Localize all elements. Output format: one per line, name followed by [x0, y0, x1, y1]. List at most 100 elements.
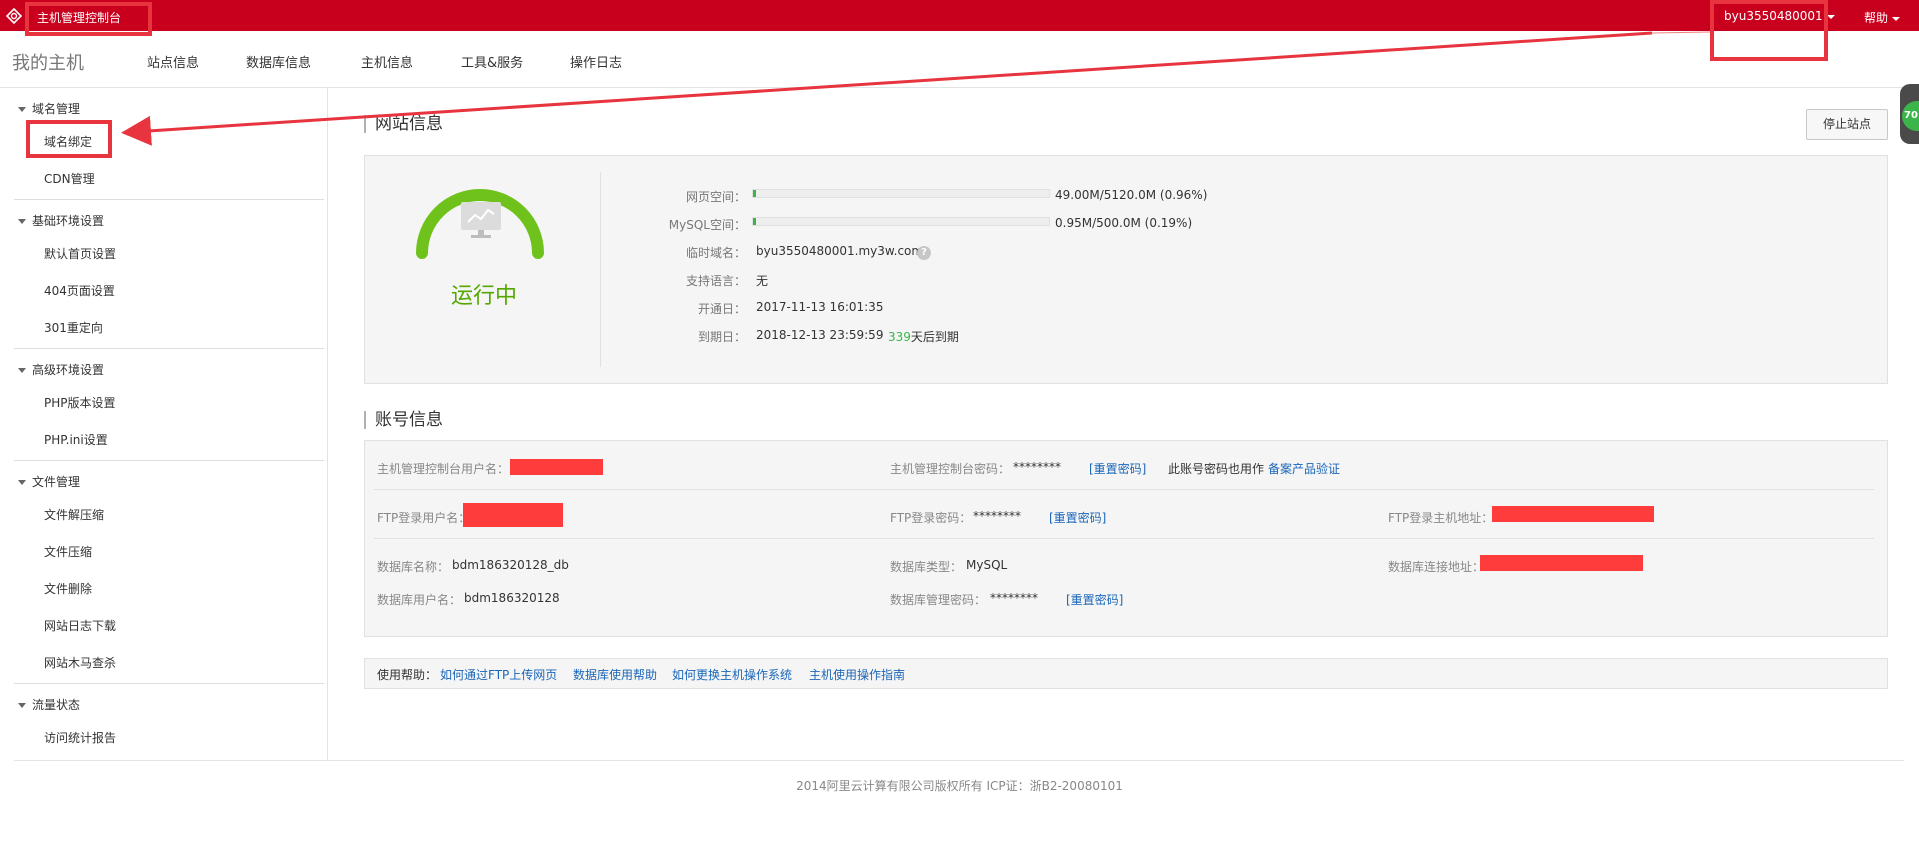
nav-brand[interactable]: 我的主机 — [12, 49, 84, 75]
sidebar-group-label: 域名管理 — [32, 102, 81, 116]
web-space-bar — [752, 189, 1050, 198]
website-info-title: 网站信息 — [364, 115, 443, 133]
sidebar-item-php-ini[interactable]: PHP.ini设置 — [44, 431, 108, 448]
sidebar-item-default-page[interactable]: 默认首页设置 — [44, 245, 116, 262]
account-row-divider — [374, 489, 1874, 490]
ftp-host-label: FTP登录主机地址： — [1388, 511, 1494, 525]
days-left-suffix: 天后到期 — [910, 330, 959, 344]
sidebar-divider — [14, 683, 324, 684]
language-label: 支持语言： — [685, 274, 746, 288]
beian-verify-link[interactable]: 备案产品验证 — [1268, 460, 1340, 477]
help-link-host-guide[interactable]: 主机使用操作指南 — [809, 666, 905, 683]
days-left-number: 339 — [888, 330, 911, 344]
sidebar-item-visit-report[interactable]: 访问统计报告 — [44, 729, 116, 746]
console-pwd-value: ******** — [1013, 460, 1061, 474]
annotation-box-console-title — [25, 2, 152, 36]
db-type-label: 数据库类型： — [890, 560, 963, 574]
redacted-db-conn — [1480, 555, 1643, 571]
db-pwd-value: ******** — [990, 591, 1038, 605]
panel-divider — [600, 172, 601, 367]
sidebar-group-label: 基础环境设置 — [32, 214, 105, 228]
db-conn-label: 数据库连接地址： — [1388, 560, 1485, 574]
sidebar-item-301-redirect[interactable]: 301重定向 — [44, 319, 103, 336]
sidebar-divider — [14, 348, 324, 349]
sidebar-divider — [14, 460, 324, 461]
temp-domain-label: 临时域名： — [685, 246, 746, 260]
sidebar-item-file-zip[interactable]: 文件压缩 — [44, 543, 92, 560]
db-name-label: 数据库名称： — [377, 560, 450, 574]
logo-icon[interactable] — [6, 8, 22, 24]
footer-divider — [14, 760, 1904, 761]
expire-date-label: 到期日： — [697, 330, 746, 344]
db-user-label: 数据库用户名： — [377, 593, 462, 607]
sidebar-item-file-delete[interactable]: 文件删除 — [44, 580, 92, 597]
language-value: 无 — [756, 274, 769, 288]
sidebar-divider — [14, 199, 324, 200]
db-type-value: MySQL — [966, 558, 1008, 572]
stop-site-button[interactable]: 停止站点 — [1806, 109, 1888, 140]
web-space-bar-fill — [753, 190, 756, 197]
top-bar: 主机管理控制台 byu3550480001 帮助 — [0, 0, 1919, 31]
ftp-user-label: FTP登录用户名： — [377, 511, 471, 525]
caret-down-icon — [18, 368, 26, 373]
help-icon[interactable]: ? — [917, 246, 931, 260]
sidebar-group-basic-env[interactable]: 基础环境设置 — [18, 212, 104, 229]
account-info-title: 账号信息 — [364, 411, 443, 429]
monitor-icon — [461, 202, 501, 238]
account-row-divider — [374, 538, 1874, 539]
sidebar-group-file-mgmt[interactable]: 文件管理 — [18, 473, 80, 490]
help-label: 帮助 — [1864, 11, 1889, 25]
nav-bar: 我的主机 站点信息 数据库信息 主机信息 工具&服务 操作日志 — [0, 31, 1919, 88]
db-user-value: bdm186320128 — [464, 591, 560, 605]
help-link-ftp-upload[interactable]: 如何通过FTP上传网页 — [440, 666, 557, 683]
caret-down-icon — [18, 219, 26, 224]
console-user-label: 主机管理控制台用户名： — [377, 462, 510, 476]
help-link-database[interactable]: 数据库使用帮助 — [573, 666, 657, 683]
help-menu[interactable]: 帮助 — [1864, 9, 1901, 26]
reset-ftp-pwd-link[interactable]: [重置密码] — [1049, 509, 1106, 526]
sidebar-group-domain[interactable]: 域名管理 — [18, 100, 80, 117]
sidebar-item-file-unzip[interactable]: 文件解压缩 — [44, 506, 104, 523]
sidebar-item-php-version[interactable]: PHP版本设置 — [44, 394, 116, 411]
temp-domain-value[interactable]: byu3550480001.my3w.com — [756, 244, 923, 258]
sidebar-item-404-page[interactable]: 404页面设置 — [44, 282, 115, 299]
annotation-box-domain-binding — [26, 120, 112, 158]
reset-db-pwd-link[interactable]: [重置密码] — [1066, 591, 1123, 608]
db-name-value: bdm186320128_db — [452, 558, 569, 572]
nav-site-info[interactable]: 站点信息 — [147, 52, 199, 71]
caret-down-icon — [18, 703, 26, 708]
mysql-space-bar — [752, 217, 1050, 226]
nav-host-info[interactable]: 主机信息 — [361, 52, 413, 71]
mysql-space-value: 0.95M/500.0M (0.19%) — [1055, 216, 1193, 230]
also-used-note: 此账号密码也用作 — [1168, 462, 1265, 476]
help-link-change-os[interactable]: 如何更换主机操作系统 — [672, 666, 792, 683]
help-bar-label: 使用帮助： — [377, 668, 438, 682]
days-left: 339天后到期 — [888, 328, 959, 345]
open-date-value: 2017-11-13 16:01:35 — [756, 300, 884, 314]
ftp-pwd-label: FTP登录密码： — [890, 511, 972, 525]
nav-database-info[interactable]: 数据库信息 — [246, 52, 311, 71]
sidebar-item-log-download[interactable]: 网站日志下载 — [44, 617, 116, 634]
mysql-space-bar-fill — [753, 218, 756, 225]
footer-copyright: 2014阿里云计算有限公司版权所有 ICP证：浙B2-20080101 — [796, 779, 1123, 793]
sidebar-group-traffic[interactable]: 流量状态 — [18, 696, 80, 713]
redacted-ftp-host — [1492, 506, 1654, 522]
db-pwd-label: 数据库管理密码： — [890, 593, 987, 607]
web-space-value: 49.00M/5120.0M (0.96%) — [1055, 188, 1208, 202]
redacted-ftp-user — [463, 503, 563, 527]
nav-tools-services[interactable]: 工具&服务 — [461, 52, 523, 71]
ftp-pwd-value: ******** — [973, 509, 1021, 523]
reset-console-pwd-link[interactable]: [重置密码] — [1089, 460, 1146, 477]
web-space-label: 网页空间： — [685, 190, 746, 204]
nav-operation-log[interactable]: 操作日志 — [570, 52, 622, 71]
sidebar-item-cdn[interactable]: CDN管理 — [44, 170, 95, 187]
console-pwd-label: 主机管理控制台密码： — [890, 462, 1011, 476]
annotation-box-user-menu — [1710, 0, 1828, 61]
sidebar-item-trojan-scan[interactable]: 网站木马查杀 — [44, 654, 116, 671]
sidebar-group-advanced-env[interactable]: 高级环境设置 — [18, 361, 104, 378]
redacted-console-user — [510, 459, 603, 475]
expire-date-value: 2018-12-13 23:59:59 — [756, 328, 884, 342]
caret-down-icon — [18, 107, 26, 112]
chevron-down-icon — [1892, 16, 1901, 21]
running-status: 运行中 — [450, 284, 517, 309]
